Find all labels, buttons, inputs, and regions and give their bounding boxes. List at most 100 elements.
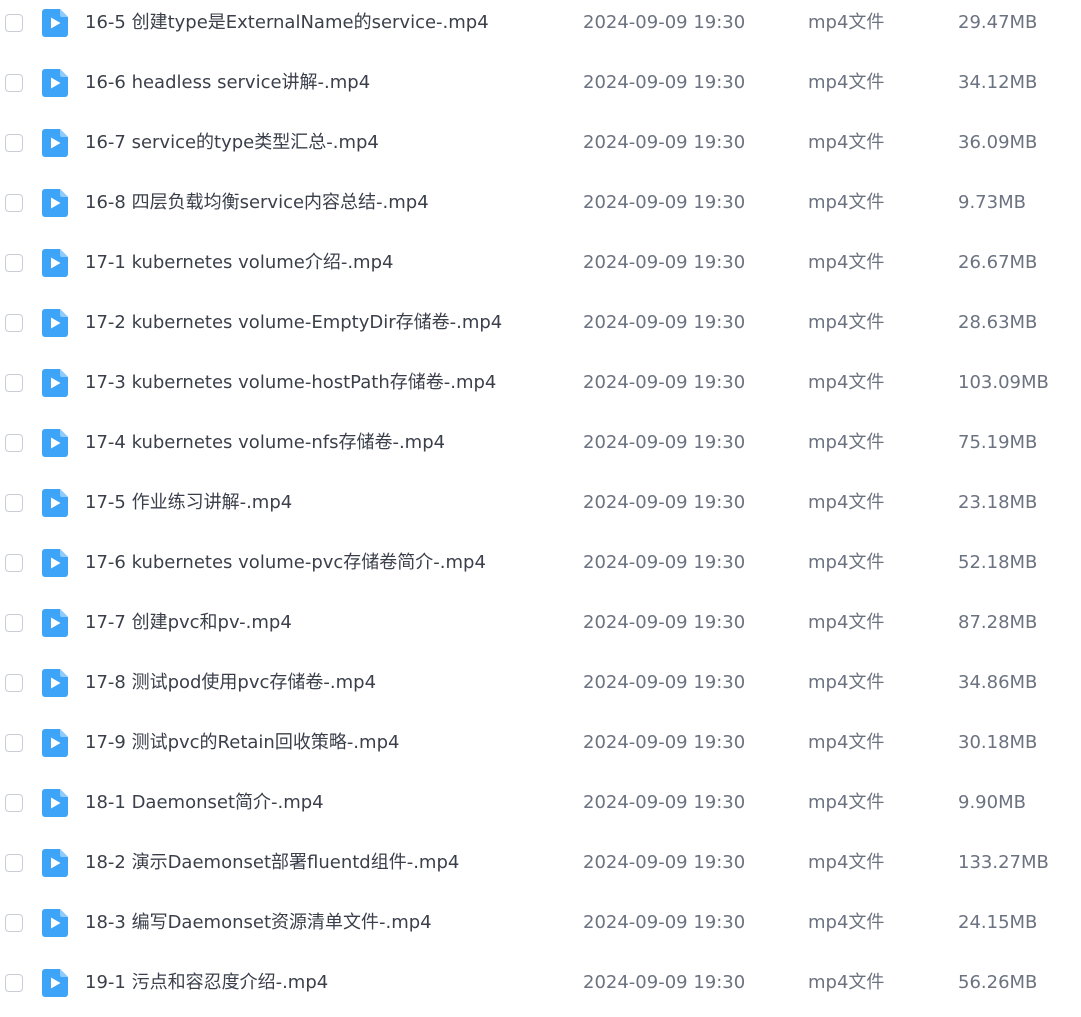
video-file-icon (42, 9, 68, 37)
row-checkbox[interactable] (5, 374, 23, 392)
file-size: 9.73MB (958, 192, 1026, 213)
file-modified-date: 2024-09-09 19:30 (583, 732, 746, 753)
file-name[interactable]: 16-8 四层负载均衡service内容总结-.mp4 (85, 192, 429, 214)
file-name[interactable]: 18-1 Daemonset简介-.mp4 (85, 792, 324, 814)
file-size: 23.18MB (958, 492, 1038, 513)
file-name[interactable]: 18-2 演示Daemonset部署fluentd组件-.mp4 (85, 852, 459, 874)
file-row[interactable]: 17-7 创建pvc和pv-.mp4 2024-09-09 19:30 mp4文件 8… (0, 595, 1081, 655)
row-checkbox[interactable] (5, 854, 23, 872)
file-name[interactable]: 16-6 headless service讲解-.mp4 (85, 72, 370, 94)
file-name[interactable]: 17-2 kubernetes volume-EmptyDir存储卷-.mp4 (85, 312, 502, 334)
file-type: mp4文件 (808, 492, 885, 513)
file-size: 29.47MB (958, 12, 1038, 33)
row-checkbox[interactable] (5, 434, 23, 452)
file-size: 9.90MB (958, 792, 1026, 813)
file-type: mp4文件 (808, 72, 885, 93)
video-file-icon (42, 909, 68, 937)
row-checkbox[interactable] (5, 254, 23, 272)
file-row[interactable]: 18-3 编写Daemonset资源清单文件-.mp4 2024-09-09 19… (0, 895, 1081, 955)
file-size: 103.09MB (958, 372, 1049, 393)
file-row[interactable]: 17-9 测试pvc的Retain回收策略-.mp4 2024-09-09 19:… (0, 715, 1081, 775)
file-modified-date: 2024-09-09 19:30 (583, 912, 746, 933)
file-name[interactable]: 16-7 service的type类型汇总-.mp4 (85, 132, 379, 154)
video-file-icon (42, 189, 68, 217)
file-modified-date: 2024-09-09 19:30 (583, 432, 746, 453)
file-name[interactable]: 16-5 创建type是ExternalName的service-.mp4 (85, 12, 489, 34)
file-type: mp4文件 (808, 312, 885, 333)
file-size: 24.15MB (958, 912, 1038, 933)
row-checkbox[interactable] (5, 194, 23, 212)
file-size: 56.26MB (958, 972, 1038, 993)
file-name[interactable]: 17-8 测试pod使用pvc存储卷-.mp4 (85, 672, 376, 694)
video-file-icon (42, 609, 68, 637)
file-modified-date: 2024-09-09 19:30 (583, 312, 746, 333)
file-name[interactable]: 17-7 创建pvc和pv-.mp4 (85, 612, 292, 634)
file-size: 30.18MB (958, 732, 1038, 753)
file-row[interactable]: 17-4 kubernetes volume-nfs存储卷-.mp4 2024-0… (0, 415, 1081, 475)
file-type: mp4文件 (808, 372, 885, 393)
row-checkbox[interactable] (5, 494, 23, 512)
video-file-icon (42, 309, 68, 337)
video-file-icon (42, 489, 68, 517)
row-checkbox[interactable] (5, 914, 23, 932)
file-modified-date: 2024-09-09 19:30 (583, 852, 746, 873)
row-checkbox[interactable] (5, 614, 23, 632)
file-row[interactable]: 17-2 kubernetes volume-EmptyDir存储卷-.mp4 2… (0, 295, 1081, 355)
row-checkbox[interactable] (5, 734, 23, 752)
file-row[interactable]: 19-1 污点和容忍度介绍-.mp4 2024-09-09 19:30 mp4文件 5… (0, 955, 1081, 1015)
file-name[interactable]: 18-3 编写Daemonset资源清单文件-.mp4 (85, 912, 432, 934)
file-type: mp4文件 (808, 12, 885, 33)
row-checkbox[interactable] (5, 314, 23, 332)
video-file-icon (42, 249, 68, 277)
file-row[interactable]: 18-2 演示Daemonset部署fluentd组件-.mp4 2024-09-… (0, 835, 1081, 895)
file-type: mp4文件 (808, 432, 885, 453)
file-name[interactable]: 17-5 作业练习讲解-.mp4 (85, 492, 292, 514)
row-checkbox[interactable] (5, 14, 23, 32)
file-modified-date: 2024-09-09 19:30 (583, 192, 746, 213)
file-size: 28.63MB (958, 312, 1038, 333)
file-size: 75.19MB (958, 432, 1038, 453)
file-modified-date: 2024-09-09 19:30 (583, 72, 746, 93)
file-modified-date: 2024-09-09 19:30 (583, 372, 746, 393)
file-list: 16-5 创建type是ExternalName的service-.mp4 202… (0, 0, 1081, 1015)
file-modified-date: 2024-09-09 19:30 (583, 792, 746, 813)
file-name[interactable]: 17-9 测试pvc的Retain回收策略-.mp4 (85, 732, 399, 754)
row-checkbox[interactable] (5, 74, 23, 92)
file-row[interactable]: 16-7 service的type类型汇总-.mp4 2024-09-09 19:… (0, 115, 1081, 175)
file-modified-date: 2024-09-09 19:30 (583, 252, 746, 273)
video-file-icon (42, 429, 68, 457)
file-size: 26.67MB (958, 252, 1038, 273)
file-name[interactable]: 17-4 kubernetes volume-nfs存储卷-.mp4 (85, 432, 445, 454)
file-row[interactable]: 17-8 测试pod使用pvc存储卷-.mp4 2024-09-09 19:30 m… (0, 655, 1081, 715)
video-file-icon (42, 849, 68, 877)
file-row[interactable]: 17-3 kubernetes volume-hostPath存储卷-.mp4 2… (0, 355, 1081, 415)
row-checkbox[interactable] (5, 134, 23, 152)
file-row[interactable]: 17-6 kubernetes volume-pvc存储卷简介-.mp4 2024… (0, 535, 1081, 595)
row-checkbox[interactable] (5, 794, 23, 812)
file-row[interactable]: 16-8 四层负载均衡service内容总结-.mp4 2024-09-09 19… (0, 175, 1081, 235)
file-row[interactable]: 18-1 Daemonset简介-.mp4 2024-09-09 19:30 mp4… (0, 775, 1081, 835)
file-modified-date: 2024-09-09 19:30 (583, 612, 746, 633)
file-name[interactable]: 17-6 kubernetes volume-pvc存储卷简介-.mp4 (85, 552, 486, 574)
file-name[interactable]: 17-1 kubernetes volume介绍-.mp4 (85, 252, 393, 274)
file-size: 87.28MB (958, 612, 1038, 633)
file-type: mp4文件 (808, 132, 885, 153)
video-file-icon (42, 129, 68, 157)
file-modified-date: 2024-09-09 19:30 (583, 132, 746, 153)
file-size: 52.18MB (958, 552, 1038, 573)
file-row[interactable]: 17-5 作业练习讲解-.mp4 2024-09-09 19:30 mp4文件 23.… (0, 475, 1081, 535)
file-type: mp4文件 (808, 792, 885, 813)
row-checkbox[interactable] (5, 554, 23, 572)
file-type: mp4文件 (808, 552, 885, 573)
file-row[interactable]: 16-6 headless service讲解-.mp4 2024-09-09 1… (0, 55, 1081, 115)
file-type: mp4文件 (808, 252, 885, 273)
file-type: mp4文件 (808, 852, 885, 873)
file-row[interactable]: 17-1 kubernetes volume介绍-.mp4 2024-09-09 … (0, 235, 1081, 295)
file-name[interactable]: 17-3 kubernetes volume-hostPath存储卷-.mp4 (85, 372, 496, 394)
row-checkbox[interactable] (5, 974, 23, 992)
file-size: 133.27MB (958, 852, 1049, 873)
file-size: 34.86MB (958, 672, 1038, 693)
row-checkbox[interactable] (5, 674, 23, 692)
file-row[interactable]: 16-5 创建type是ExternalName的service-.mp4 202… (0, 0, 1081, 55)
file-name[interactable]: 19-1 污点和容忍度介绍-.mp4 (85, 972, 328, 994)
